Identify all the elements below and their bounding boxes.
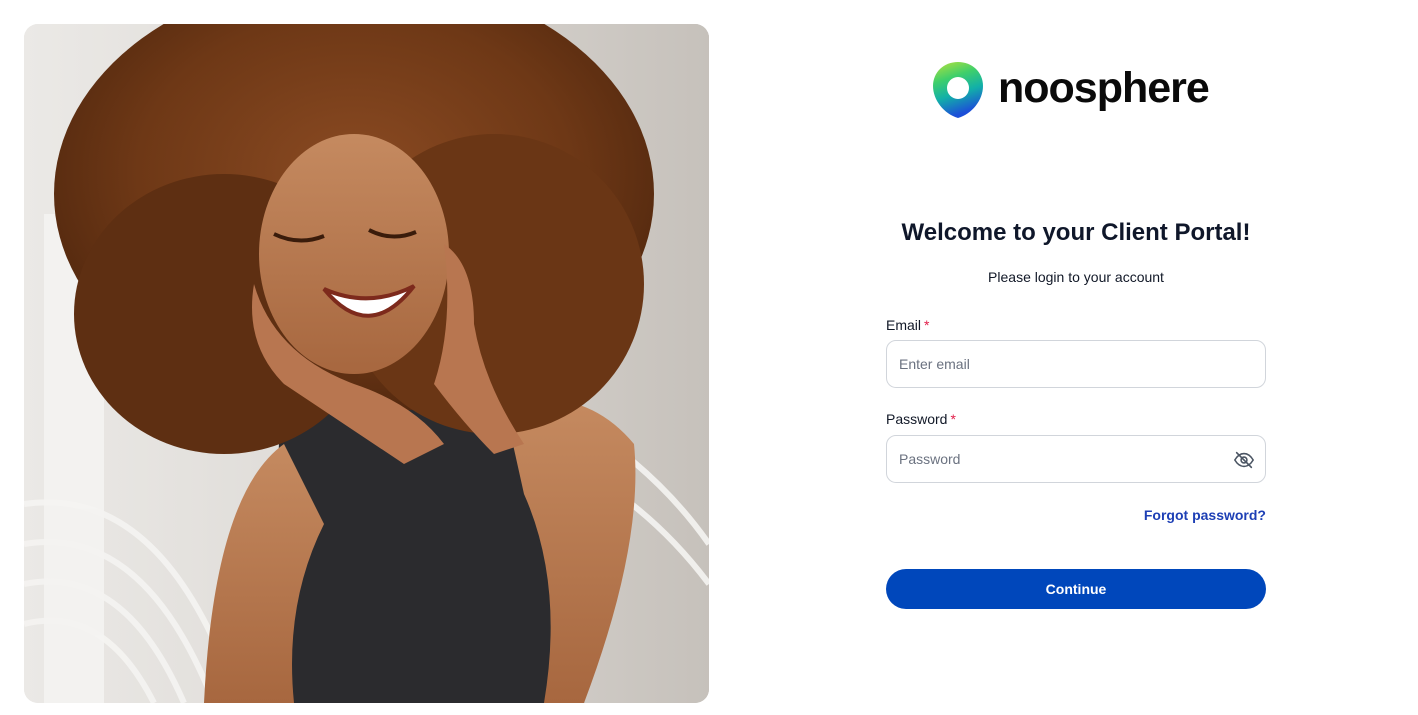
password-label: Password * <box>886 411 956 427</box>
email-label-text: Email <box>886 317 922 333</box>
brand-logo: noosphere <box>932 60 1210 120</box>
hero-photo <box>24 24 709 703</box>
email-field[interactable] <box>887 341 1219 387</box>
password-label-text: Password <box>886 411 948 427</box>
page-subtitle: Please login to your account <box>988 269 1164 285</box>
page-title: Welcome to your Client Portal! <box>901 219 1251 246</box>
forgot-password-link[interactable]: Forgot password? <box>1144 507 1266 523</box>
email-field-container <box>886 340 1266 388</box>
brand-name: noosphere <box>998 63 1210 112</box>
brand-drop-ring-icon <box>933 62 983 118</box>
password-field[interactable] <box>887 436 1219 482</box>
continue-button[interactable]: Continue <box>886 569 1266 609</box>
eye-off-icon[interactable] <box>1233 449 1255 471</box>
email-label: Email * <box>886 317 929 333</box>
hero-photo-illustration <box>24 24 709 703</box>
password-field-container <box>886 435 1266 483</box>
password-required-mark: * <box>950 411 956 427</box>
login-page: noosphere Welcome to your Client Portal!… <box>0 0 1418 715</box>
email-required-mark: * <box>924 317 930 333</box>
